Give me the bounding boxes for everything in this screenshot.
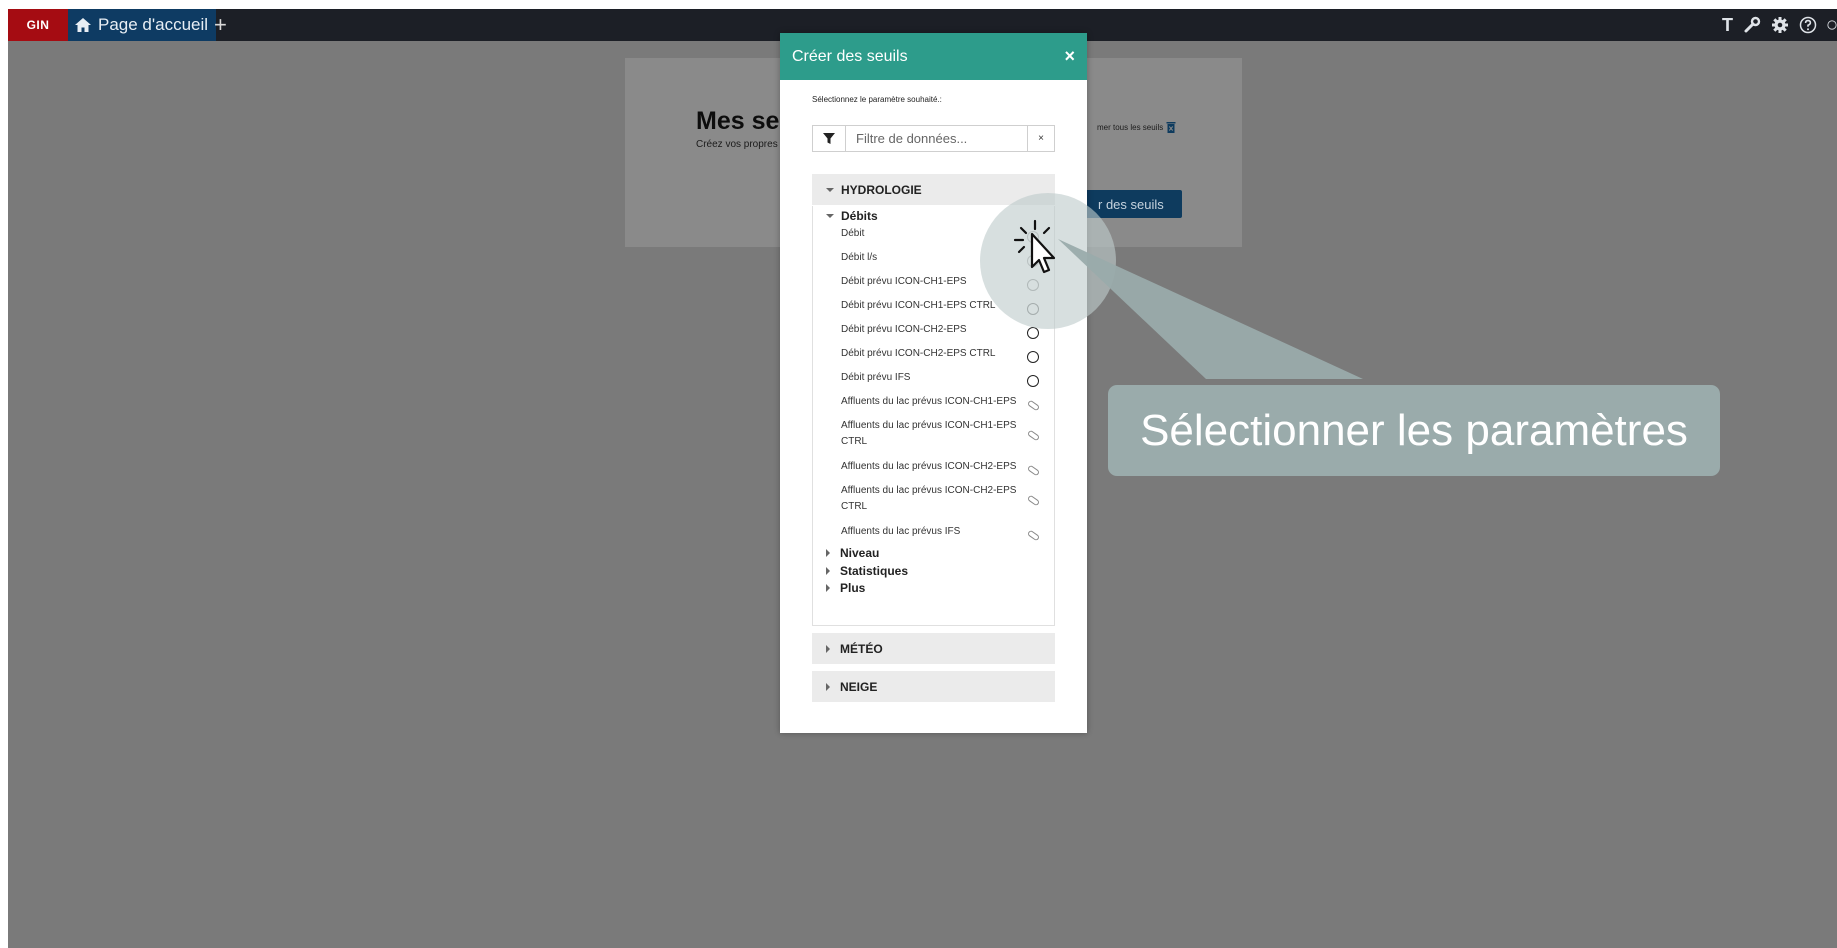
caret-right-icon [826,567,830,575]
radio-button[interactable] [1027,327,1040,340]
list-item[interactable]: Débit prévu IFS [841,370,1041,386]
trash-icon [1166,122,1176,133]
cursor-icon [1013,219,1056,274]
caret-down-icon [826,187,834,192]
filter-icon [813,126,846,151]
gin-logo[interactable]: GIN [8,9,68,41]
section-label: HYDROLOGIE [841,182,922,197]
unavailable-icon [1027,494,1040,507]
group-plus[interactable]: Plus [826,581,865,595]
section-label: MÉTÉO [840,641,883,656]
gear-icon[interactable] [1771,16,1789,34]
app-window: GIN Page d'accueil + T Mes seui Créez vo… [8,9,1837,948]
group-statistiques[interactable]: Statistiques [826,564,908,578]
tab-home[interactable]: Page d'accueil [68,9,217,41]
caret-right-icon [826,644,830,653]
caret-right-icon [826,682,830,691]
add-tab-button[interactable]: + [214,9,227,41]
info-icon[interactable] [1827,16,1837,34]
list-item[interactable]: Affluents du lac prévus ICON-CH2-EPS [841,459,1041,475]
list-item[interactable]: Affluents du lac prévus ICON-CH2-EPS CTR… [841,483,1029,515]
modal-header: Créer des seuils × [780,33,1087,80]
caret-down-icon [826,214,834,218]
caret-right-icon [826,584,830,592]
group-label: Statistiques [840,564,909,578]
unavailable-icon [1027,399,1040,412]
help-icon[interactable] [1799,16,1817,34]
list-item[interactable]: Affluents du lac prévus IFS [841,524,1041,540]
data-filter: × [812,125,1055,152]
clear-filter-button[interactable]: × [1027,126,1054,151]
toolbar: T [1722,9,1837,41]
unavailable-icon [1027,429,1040,442]
group-niveau[interactable]: Niveau [826,546,879,560]
instruction-text: Sélectionnez le paramètre souhaité.: [812,95,942,104]
delete-all-label: mer tous les seuils [1097,122,1164,132]
group-label: Débits [841,209,878,223]
list-item[interactable]: Débit prévu ICON-CH2-EPS [841,322,1041,338]
create-thresholds-modal: Créer des seuils × Sélectionnez le param… [780,33,1087,733]
card-subtitle: Créez vos propres [696,139,778,150]
section-label: NEIGE [840,679,878,694]
close-icon[interactable]: × [1064,46,1075,67]
radio-button[interactable] [1027,351,1040,364]
section-meteo[interactable]: MÉTÉO [812,633,1055,664]
filter-input[interactable] [846,125,1027,152]
group-label: Plus [840,581,866,595]
unavailable-icon [1027,529,1040,542]
callout-label: Sélectionner les paramètres [1108,385,1720,476]
caret-right-icon [826,549,830,557]
group-debits[interactable]: Débits [826,209,878,223]
home-icon [75,18,91,32]
text-tool-icon[interactable]: T [1722,15,1733,36]
unavailable-icon [1027,464,1040,477]
delete-all-thresholds-link[interactable]: mer tous les seuils [1097,121,1176,133]
wrench-icon[interactable] [1743,16,1761,34]
list-item[interactable]: Affluents du lac prévus ICON-CH1-EPS [841,394,1041,410]
section-neige[interactable]: NEIGE [812,671,1055,702]
list-item[interactable]: Affluents du lac prévus ICON-CH1-EPS CTR… [841,418,1029,450]
modal-title: Créer des seuils [792,47,908,65]
tab-label: Page d'accueil [98,15,209,34]
list-item[interactable]: Débit prévu ICON-CH2-EPS CTRL [841,346,1041,362]
radio-button[interactable] [1027,375,1040,388]
group-label: Niveau [840,546,880,560]
